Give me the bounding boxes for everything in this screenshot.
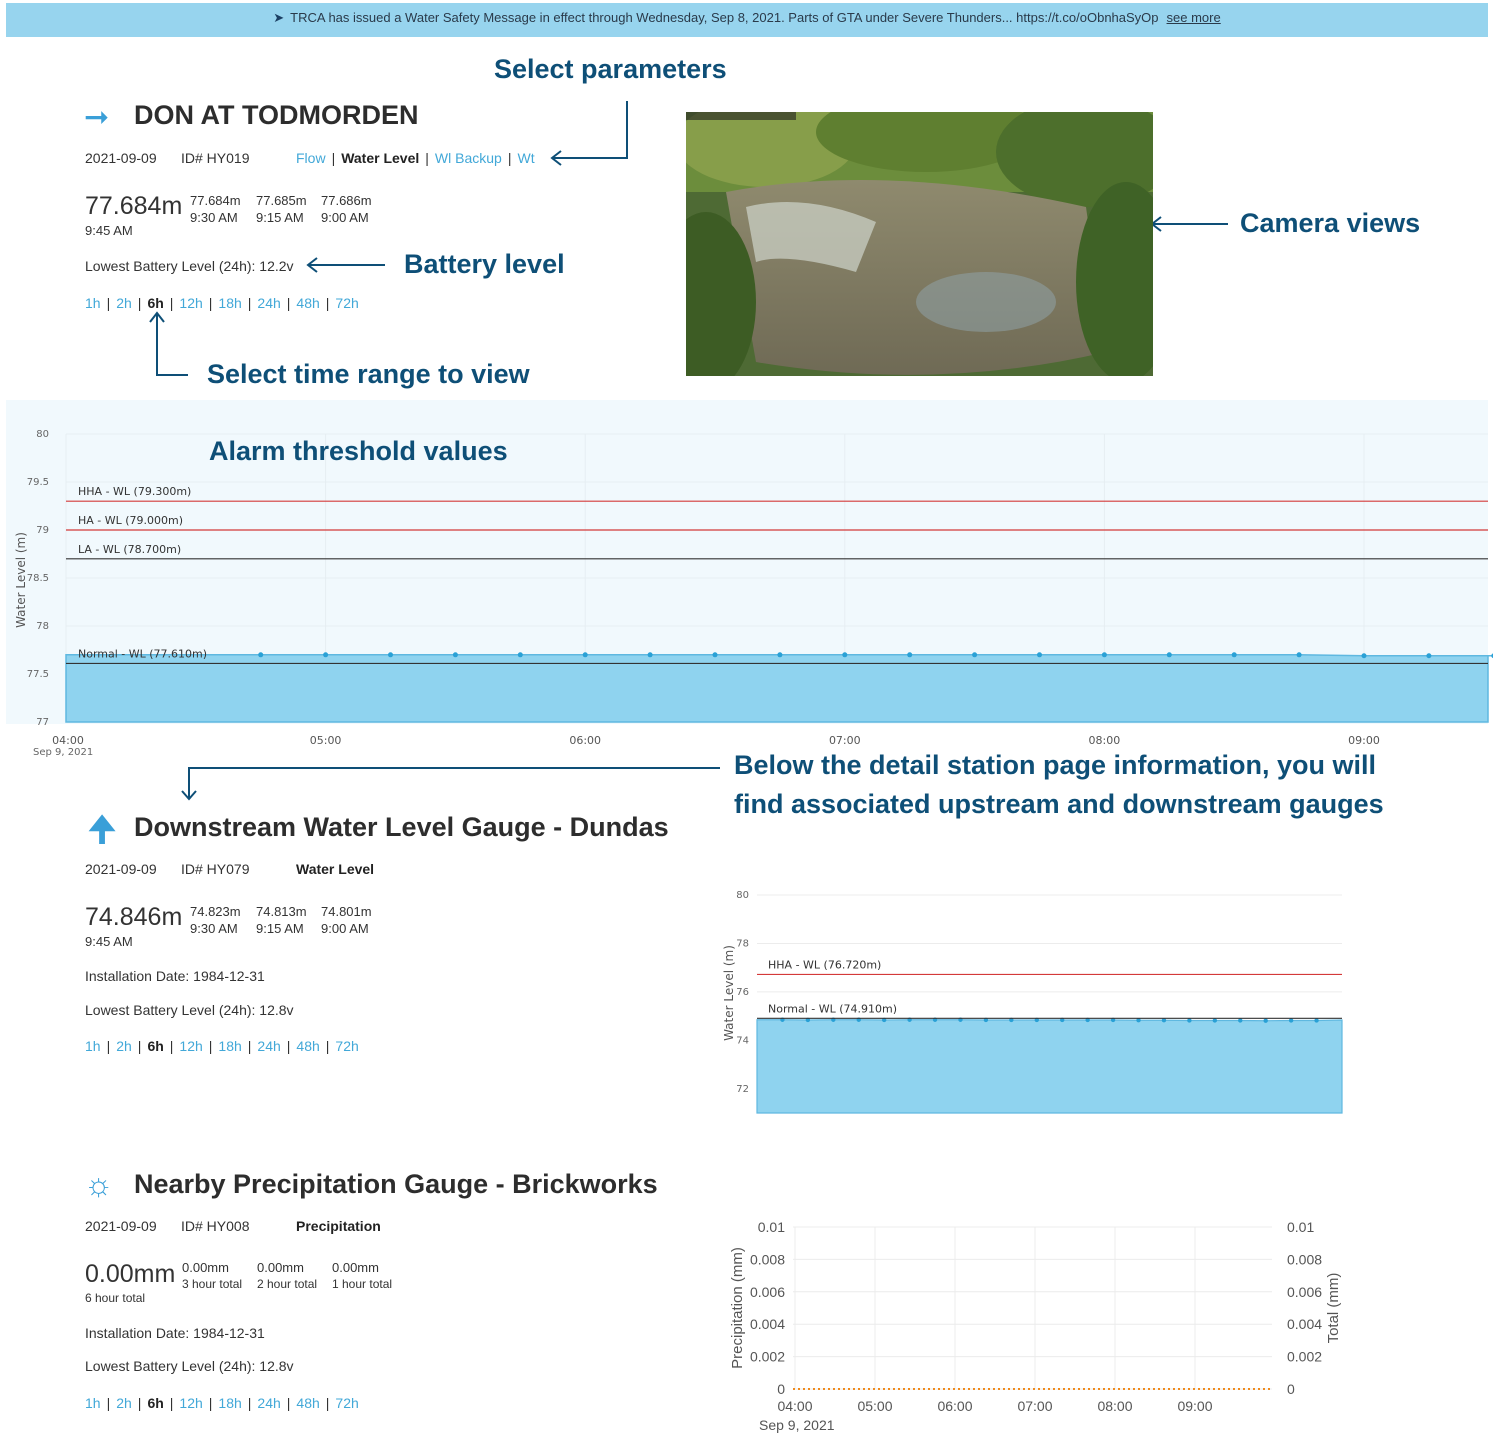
precip-date-label: Sep 9, 2021 [759, 1417, 835, 1433]
y-tick-label: 0.006 [750, 1284, 785, 1300]
x-tick-label: 08:00 [1097, 1398, 1132, 1414]
y2-tick-label: 0.006 [1287, 1284, 1322, 1300]
x-tick-label: 05:00 [857, 1398, 892, 1414]
y2-tick-label: 0.008 [1287, 1251, 1322, 1267]
y2-tick-label: 0.01 [1287, 1219, 1314, 1235]
precipitation-chart[interactable]: 0.01 0.01 0.008 0.008 0.006 0.006 0.004 0.004 0.… [0, 0, 1493, 1433]
y2-tick-label: 0.004 [1287, 1316, 1322, 1332]
y-tick-label: 0.008 [750, 1251, 785, 1267]
y-tick-label: 0 [777, 1381, 785, 1397]
y2-tick-label: 0 [1287, 1381, 1295, 1397]
x-tick-label: 09:00 [1177, 1398, 1212, 1414]
y-tick-label: 0.004 [750, 1316, 785, 1332]
x-tick-label: 07:00 [1017, 1398, 1052, 1414]
x-tick-label: 06:00 [937, 1398, 972, 1414]
y-tick-label: 0.002 [750, 1349, 785, 1365]
y2-axis-title: Total (mm) [1325, 1273, 1342, 1344]
y-axis-title: Precipitation (mm) [729, 1247, 746, 1369]
y2-tick-label: 0.002 [1287, 1349, 1322, 1365]
x-tick-label: 04:00 [777, 1398, 812, 1414]
y-tick-label: 0.01 [758, 1219, 785, 1235]
